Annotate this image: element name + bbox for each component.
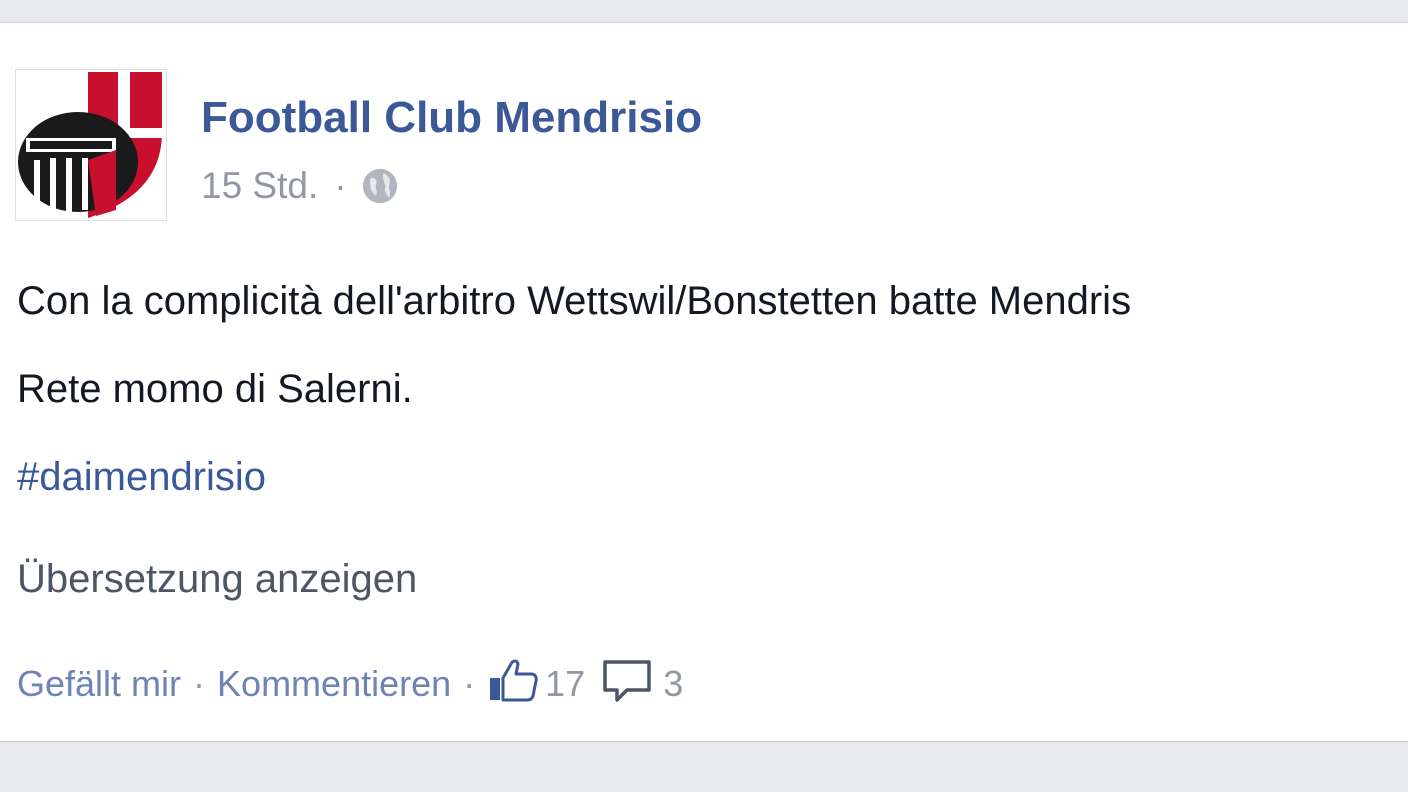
post-text-line-2: Rete momo di Salerni. <box>17 367 413 411</box>
comment-link[interactable]: Kommentieren <box>217 663 451 705</box>
like-count[interactable]: 17 <box>545 663 585 705</box>
post-card: Football Club Mendrisio 15 Std. · Con la… <box>0 22 1408 742</box>
globe-icon[interactable] <box>361 167 399 205</box>
comment-count[interactable]: 3 <box>663 663 683 705</box>
meta-separator: · <box>334 165 347 206</box>
hashtag-link[interactable]: #daimendrisio <box>17 452 266 502</box>
show-translation-link[interactable]: Übersetzung anzeigen <box>17 554 417 604</box>
page-avatar[interactable] <box>15 69 167 221</box>
club-crest-logo <box>18 72 162 218</box>
speech-bubble-icon[interactable] <box>601 656 653 713</box>
post-meta: 15 Std. · <box>201 163 399 209</box>
like-link[interactable]: Gefällt mir <box>17 663 181 705</box>
post-text-line-1: Con la complicità dell'arbitro Wettswil/… <box>17 279 1132 323</box>
action-separator: · <box>193 663 206 704</box>
action-separator: · <box>463 663 476 704</box>
post-actions: Gefällt mir · Kommentieren · 17 3 <box>17 659 683 709</box>
page-name-link[interactable]: Football Club Mendrisio <box>201 92 702 144</box>
post-timestamp[interactable]: 15 Std. <box>201 165 318 207</box>
thumbs-up-icon[interactable] <box>487 656 539 713</box>
